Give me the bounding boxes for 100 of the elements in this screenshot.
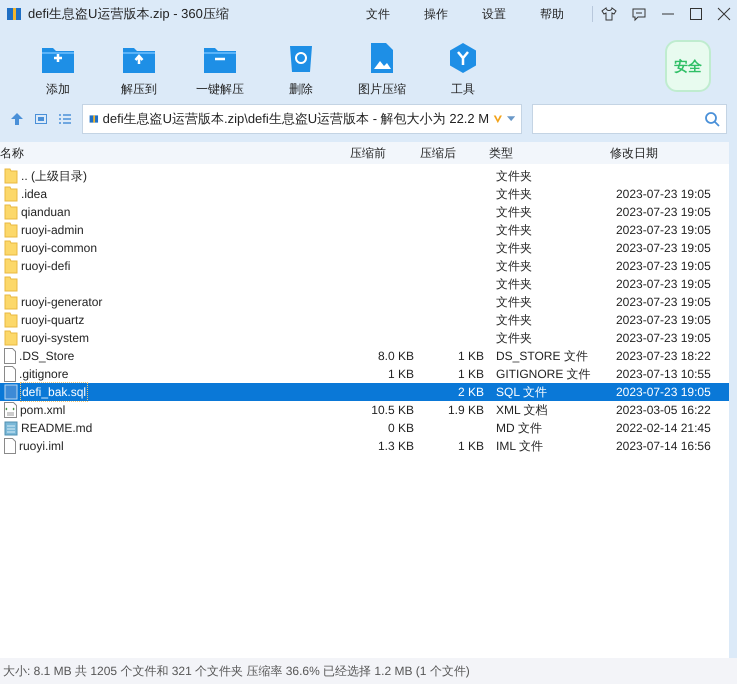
folder-icon bbox=[4, 312, 18, 328]
column-header[interactable]: 修改日期 bbox=[610, 144, 658, 162]
file-name: ruoyi-quartz bbox=[20, 312, 86, 329]
modified-date: 2023-07-23 19:05 bbox=[616, 313, 711, 327]
column-header[interactable]: 名称 bbox=[0, 144, 350, 162]
modified-date: 2023-07-23 19:05 bbox=[616, 223, 711, 237]
file-type: IML 文件 bbox=[496, 439, 543, 453]
dropdown-caret-icon[interactable] bbox=[506, 115, 515, 123]
original-size: 0 KB bbox=[388, 421, 414, 435]
modified-date: 2023-07-23 19:05 bbox=[616, 331, 711, 345]
hexagon-icon bbox=[448, 42, 478, 74]
message-icon[interactable] bbox=[631, 6, 647, 22]
modified-date: 2022-02-14 21:45 bbox=[616, 421, 711, 435]
modified-date: 2023-07-23 18:22 bbox=[616, 349, 711, 363]
modified-date: 2023-07-23 19:05 bbox=[616, 259, 711, 273]
packed-size: 1 KB bbox=[458, 439, 484, 453]
file-row[interactable]: pom.xml 10.5 KB 1.9 KB XML 文档 2023-03-05 16:22 bbox=[0, 401, 729, 419]
search-field[interactable] bbox=[532, 104, 727, 134]
column-header[interactable]: 压缩前 bbox=[350, 144, 420, 162]
file-name: ruoyi-defi bbox=[20, 258, 72, 275]
folder-icon bbox=[4, 240, 18, 256]
file-row[interactable]: README.md 0 KB MD 文件 2022-02-14 21:45 bbox=[0, 419, 729, 437]
file-name: .idea bbox=[20, 186, 48, 203]
file-row[interactable]: ruoyi-common 文件夹 2023-07-23 19:05 bbox=[0, 239, 729, 257]
notepad-icon bbox=[4, 420, 18, 436]
modified-date: 2023-07-23 19:05 bbox=[616, 205, 711, 219]
file-row[interactable]: ruoyi-system 文件夹 2023-07-23 19:05 bbox=[0, 329, 729, 347]
modified-date: 2023-03-05 16:22 bbox=[616, 403, 711, 417]
toolbar-button[interactable]: 删除 bbox=[261, 40, 341, 98]
list-view-icon[interactable] bbox=[58, 112, 72, 126]
column-header[interactable]: 压缩后 bbox=[420, 144, 489, 162]
file-row[interactable]: ruoyi.iml 1.3 KB 1 KB IML 文件 2023-07-14 16:56 bbox=[0, 437, 729, 455]
modified-date: 2023-07-14 16:56 bbox=[616, 439, 711, 453]
shirt-icon[interactable] bbox=[601, 6, 617, 22]
file-row[interactable]: 文件夹 2023-07-23 19:05 bbox=[0, 275, 729, 293]
folder-icon bbox=[4, 222, 18, 238]
file-type: SQL 文件 bbox=[496, 385, 547, 399]
file-row[interactable]: .DS_Store 8.0 KB 1 KB DS_STORE 文件 2023-07-23 18:22 bbox=[0, 347, 729, 365]
xml-file-icon bbox=[4, 402, 17, 418]
menu-item[interactable]: 帮助 bbox=[540, 5, 564, 23]
file-type: 文件夹 bbox=[496, 259, 532, 273]
file-icon bbox=[4, 438, 16, 454]
file-row[interactable]: ruoyi-admin 文件夹 2023-07-23 19:05 bbox=[0, 221, 729, 239]
archive-icon bbox=[6, 6, 22, 22]
menu-item[interactable]: 文件 bbox=[366, 5, 390, 23]
packed-size: 1 KB bbox=[458, 367, 484, 381]
modified-date: 2023-07-13 10:55 bbox=[616, 367, 711, 381]
file-icon bbox=[4, 366, 16, 382]
file-type: 文件夹 bbox=[496, 295, 532, 309]
file-row[interactable]: defi_bak.sql 2 KB SQL 文件 2023-07-23 19:05 bbox=[0, 383, 729, 401]
file-row[interactable]: .idea 文件夹 2023-07-23 19:05 bbox=[0, 185, 729, 203]
packed-size: 1 KB bbox=[458, 349, 484, 363]
menu-item[interactable]: 操作 bbox=[424, 5, 448, 23]
file-row[interactable]: .. (上级目录) 文件夹 bbox=[0, 167, 729, 185]
toolbar-button[interactable]: 解压到 bbox=[99, 40, 179, 98]
file-name: ruoyi.iml bbox=[18, 438, 65, 455]
file-type: 文件夹 bbox=[496, 223, 532, 237]
file-type: DS_STORE 文件 bbox=[496, 349, 588, 363]
packed-size: 1.9 KB bbox=[448, 403, 484, 417]
folder-icon bbox=[4, 186, 18, 202]
thumbnail-view-icon[interactable] bbox=[34, 112, 48, 126]
file-type: 文件夹 bbox=[496, 187, 532, 201]
column-header[interactable]: 类型 bbox=[489, 144, 610, 162]
maximize-icon[interactable] bbox=[689, 7, 703, 21]
toolbar-button[interactable]: 图片压缩 bbox=[342, 40, 422, 98]
file-row[interactable]: ruoyi-defi 文件夹 2023-07-23 19:05 bbox=[0, 257, 729, 275]
file-row[interactable]: ruoyi-generator 文件夹 2023-07-23 19:05 bbox=[0, 293, 729, 311]
modified-date: 2023-07-23 19:05 bbox=[616, 385, 711, 399]
address-field[interactable]: defi生息盗U运营版本.zip\defi生息盗U运营版本 - 解包大小为 22.2 M bbox=[82, 104, 522, 134]
folder-icon bbox=[4, 168, 18, 184]
file-name: .gitignore bbox=[18, 366, 70, 383]
file-name: qianduan bbox=[20, 204, 72, 221]
close-icon[interactable] bbox=[717, 7, 731, 21]
file-icon bbox=[4, 348, 16, 364]
toolbar-button[interactable]: 添加 bbox=[18, 40, 98, 98]
menu-item[interactable]: 设置 bbox=[482, 5, 506, 23]
toolbar-button[interactable]: 工具 bbox=[423, 40, 503, 98]
modified-date: 2023-07-23 19:05 bbox=[616, 277, 711, 291]
original-size: 1 KB bbox=[388, 367, 414, 381]
folder-icon bbox=[4, 204, 18, 220]
file-type: 文件夹 bbox=[496, 241, 532, 255]
search-icon[interactable] bbox=[704, 111, 720, 127]
file-row[interactable]: .gitignore 1 KB 1 KB GITIGNORE 文件 2023-07-13 10:55 bbox=[0, 365, 729, 383]
status-text: 大小: 8.1 MB 共 1205 个文件和 321 个文件夹 压缩率 36.6% 已经选择 1.2 MB (1 个文件) bbox=[3, 663, 470, 680]
file-type: 文件夹 bbox=[496, 205, 532, 219]
modified-date: 2023-07-23 19:05 bbox=[616, 241, 711, 255]
file-row[interactable]: qianduan 文件夹 2023-07-23 19:05 bbox=[0, 203, 729, 221]
original-size: 10.5 KB bbox=[371, 403, 414, 417]
file-name: defi_bak.sql bbox=[20, 382, 88, 402]
original-size: 1.3 KB bbox=[378, 439, 414, 453]
file-row[interactable]: ruoyi-quartz 文件夹 2023-07-23 19:05 bbox=[0, 311, 729, 329]
file-type: 文件夹 bbox=[496, 331, 532, 345]
file-type: 文件夹 bbox=[496, 313, 532, 327]
file-type: MD 文件 bbox=[496, 421, 542, 435]
image-file-icon bbox=[369, 42, 395, 74]
file-name: ruoyi-common bbox=[20, 240, 98, 257]
file-name: ruoyi-system bbox=[20, 330, 90, 347]
up-arrow-icon[interactable] bbox=[10, 112, 24, 126]
database-file-icon bbox=[4, 384, 18, 400]
toolbar-button[interactable]: 一键解压 bbox=[180, 40, 260, 98]
